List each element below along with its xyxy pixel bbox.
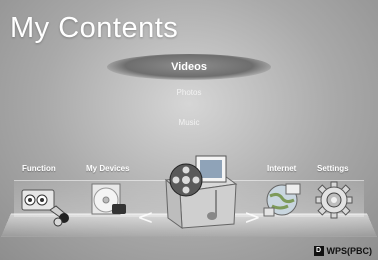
d-button-badge: D [313, 246, 324, 256]
category-music[interactable]: Music [107, 118, 271, 127]
gear-icon[interactable] [314, 180, 354, 225]
wps-pbc-label: WPS(PBC) [326, 246, 373, 256]
film-reel-box-icon[interactable] [156, 150, 242, 235]
internet-label: Internet [267, 164, 297, 173]
nav-right-arrow[interactable]: > [244, 205, 261, 229]
my-devices-label: My Devices [86, 164, 130, 173]
nav-left-arrow[interactable]: < [137, 205, 154, 229]
category-photos[interactable]: Photos [107, 88, 271, 97]
page-title: My Contents [10, 12, 179, 44]
wps-pbc-hint: D WPS(PBC) [313, 246, 373, 256]
disc-device-icon[interactable] [90, 180, 130, 225]
function-connectors-icon[interactable] [20, 184, 72, 233]
category-videos[interactable]: Videos [107, 61, 271, 73]
settings-label: Settings [317, 164, 349, 173]
function-label: Function [22, 164, 56, 173]
globe-internet-icon[interactable] [262, 180, 302, 225]
my-contents-screen: My Contents Videos Photos Music Function… [0, 0, 378, 260]
